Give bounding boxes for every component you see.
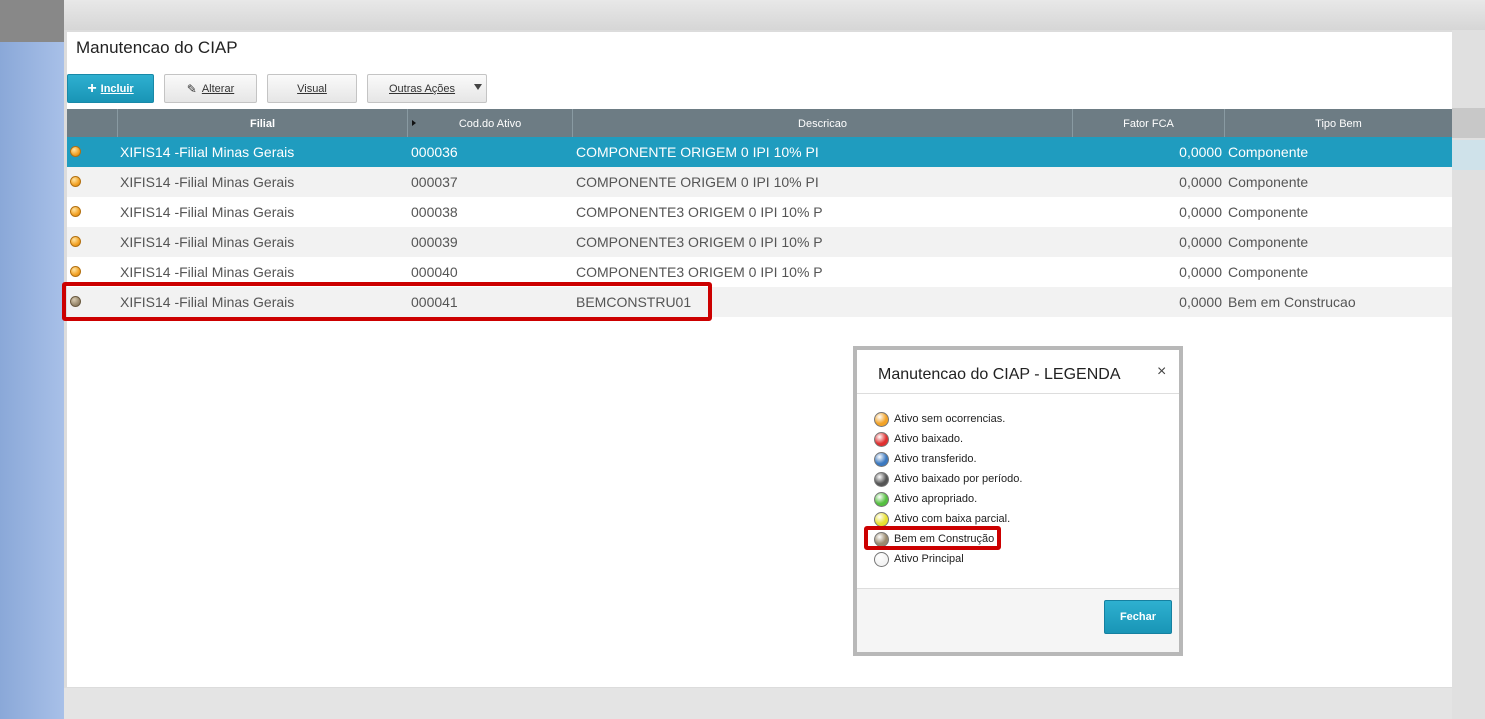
header-descricao[interactable]: Descricao	[573, 109, 1073, 137]
background-left-top	[0, 0, 64, 42]
legend-gray-dot-icon	[874, 472, 889, 487]
legend-orange-dot-icon	[874, 412, 889, 427]
legend-red-dot-icon	[874, 432, 889, 447]
header-cod-ativo-label: Cod.do Ativo	[458, 118, 522, 130]
cell-tipo: Componente	[1228, 204, 1309, 220]
incluir-button[interactable]: + Incluir	[67, 74, 154, 103]
cell-tipo: Bem em Construcao	[1228, 294, 1356, 310]
outras-acoes-button[interactable]: Outras Ações	[367, 74, 487, 103]
legend-label: Ativo baixado por período.	[894, 473, 1023, 485]
cell-filial: XIFIS14 -Filial Minas Gerais	[120, 204, 295, 220]
legend-white-dot-icon	[874, 552, 889, 567]
grid-header: Filial Cod.do Ativo Descricao Fator FCA …	[67, 109, 1452, 137]
cell-filial: XIFIS14 -Filial Minas Gerais	[120, 234, 295, 250]
main-panel: Manutencao do CIAP + Incluir ✎ Alterar V…	[67, 32, 1452, 687]
cell-cod: 000036	[411, 144, 458, 160]
cell-desc: COMPONENTE3 ORIGEM 0 IPI 10% P	[576, 234, 823, 250]
incluir-label: Incluir	[100, 82, 134, 95]
cell-cod: 000039	[411, 234, 458, 250]
header-status[interactable]	[67, 109, 118, 137]
cell-desc: COMPONENTE ORIGEM 0 IPI 10% PI	[576, 174, 819, 190]
outras-acoes-label: Outras Ações	[389, 82, 456, 95]
cell-cod: 000038	[411, 204, 458, 220]
caret-down-icon	[474, 84, 482, 90]
sort-arrow-icon	[412, 120, 416, 126]
cell-fator: 0,0000	[1179, 294, 1222, 310]
status-orange-icon	[70, 236, 81, 247]
cell-tipo: Componente	[1228, 234, 1309, 250]
background-right-band	[1452, 108, 1485, 138]
background-right-band-selected	[1452, 140, 1485, 170]
header-filial[interactable]: Filial	[118, 109, 408, 137]
status-orange-icon	[70, 146, 81, 157]
cell-fator: 0,0000	[1179, 204, 1222, 220]
plus-icon: +	[87, 79, 97, 97]
legend-label: Ativo transferido.	[894, 453, 977, 465]
legend-yellow-dot-icon	[874, 512, 889, 527]
header-fator-fca[interactable]: Fator FCA	[1073, 109, 1225, 137]
close-icon[interactable]: ×	[1157, 363, 1166, 381]
cell-fator: 0,0000	[1179, 174, 1222, 190]
pencil-icon: ✎	[186, 81, 197, 96]
legend-modal-body: Manutencao do CIAP - LEGENDA × Ativo sem…	[857, 350, 1179, 652]
status-orange-icon	[70, 176, 81, 187]
cell-filial: XIFIS14 -Filial Minas Gerais	[120, 144, 295, 160]
background-left-sidebar	[0, 0, 64, 719]
legend-label: Ativo apropriado.	[894, 493, 978, 505]
legend-modal: Manutencao do CIAP - LEGENDA × Ativo sem…	[853, 346, 1183, 656]
legend-label: Ativo Principal	[894, 553, 964, 565]
status-orange-icon	[70, 266, 81, 277]
cell-desc: COMPONENTE ORIGEM 0 IPI 10% PI	[576, 144, 819, 160]
header-tipo-bem[interactable]: Tipo Bem	[1225, 109, 1452, 137]
cell-desc: COMPONENTE3 ORIGEM 0 IPI 10% P	[576, 204, 823, 220]
cell-tipo: Componente	[1228, 264, 1309, 280]
table-row[interactable]: XIFIS14 -Filial Minas Gerais 000039 COMP…	[67, 227, 1452, 257]
cell-filial: XIFIS14 -Filial Minas Gerais	[120, 174, 295, 190]
highlight-row-annotation	[62, 282, 712, 321]
visual-button[interactable]: Visual	[267, 74, 357, 103]
page-title: Manutencao do CIAP	[76, 38, 238, 57]
background-bottom	[64, 688, 1485, 719]
fechar-button[interactable]: Fechar	[1104, 600, 1172, 634]
legend-green-dot-icon	[874, 492, 889, 507]
legend-label: Ativo baixado.	[894, 433, 964, 445]
legend-label: Ativo sem ocorrencias.	[894, 413, 1006, 425]
header-cod-ativo[interactable]: Cod.do Ativo	[408, 109, 573, 137]
highlight-legend-annotation	[864, 526, 1001, 550]
table-row[interactable]: XIFIS14 -Filial Minas Gerais 000036 COMP…	[67, 137, 1452, 167]
legend-label: Ativo com baixa parcial.	[894, 513, 1011, 525]
table-row[interactable]: XIFIS14 -Filial Minas Gerais 000038 COMP…	[67, 197, 1452, 227]
cell-cod: 000037	[411, 174, 458, 190]
cell-fator: 0,0000	[1179, 234, 1222, 250]
modal-divider	[857, 393, 1179, 394]
alterar-button[interactable]: ✎ Alterar	[164, 74, 257, 103]
background-top-bar	[64, 0, 1485, 30]
legend-blue-dot-icon	[874, 452, 889, 467]
cell-fator: 0,0000	[1179, 264, 1222, 280]
visual-label: Visual	[297, 82, 327, 95]
cell-tipo: Componente	[1228, 144, 1309, 160]
status-orange-icon	[70, 206, 81, 217]
cell-fator: 0,0000	[1179, 144, 1222, 160]
modal-title: Manutencao do CIAP - LEGENDA	[878, 366, 1121, 383]
table-row[interactable]: XIFIS14 -Filial Minas Gerais 000037 COMP…	[67, 167, 1452, 197]
cell-tipo: Componente	[1228, 174, 1309, 190]
alterar-label: Alterar	[201, 82, 235, 95]
